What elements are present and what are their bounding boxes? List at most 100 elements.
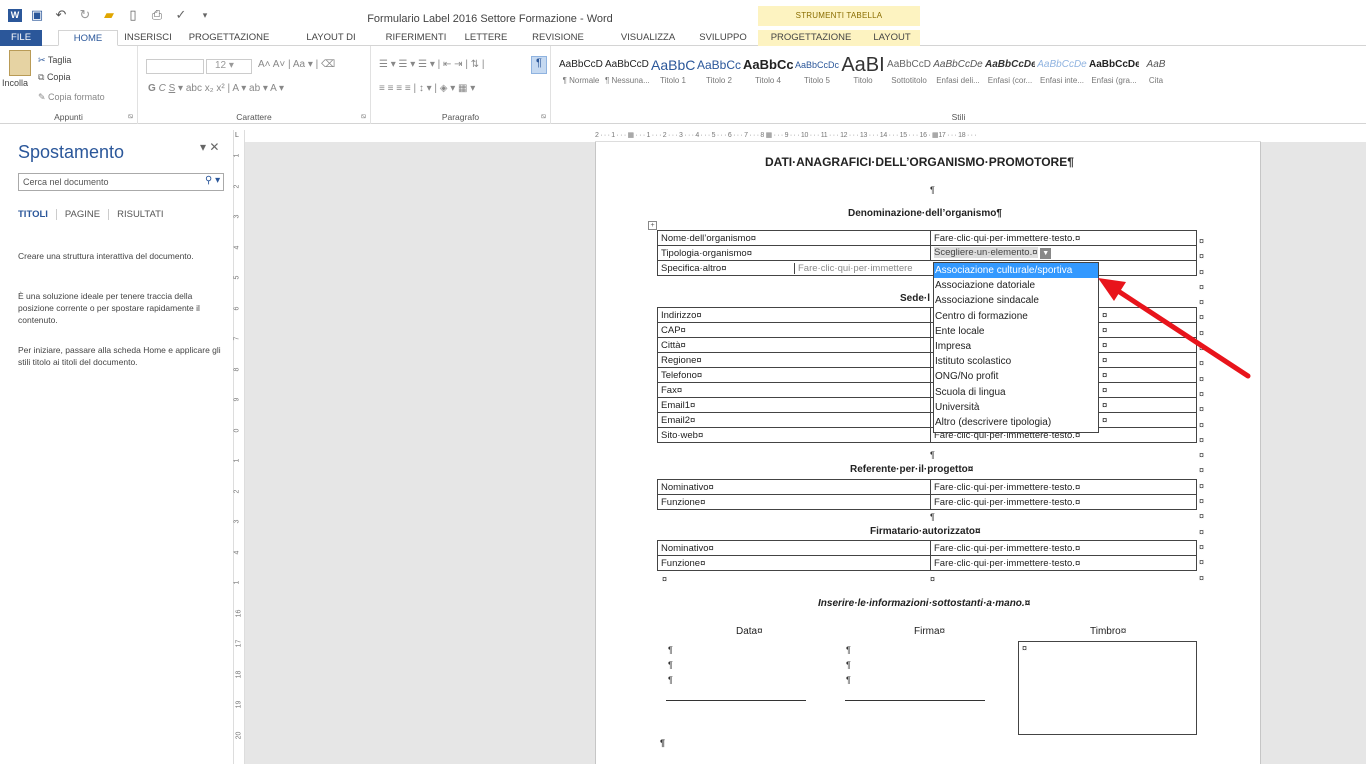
font-group: 12 ▾ A˄ A˅ | Aa ▾ | ⌫ G C S ▾ abc x₂ x² …: [138, 46, 371, 124]
tab-revisione[interactable]: REVISIONE: [518, 30, 598, 46]
dropdown-option[interactable]: Associazione culturale/sportiva: [934, 263, 1098, 279]
cell-end-mark: ¤: [930, 574, 936, 584]
dialog-launcher-icon[interactable]: ⧅: [542, 113, 546, 121]
label-cell: Sito·web¤: [657, 427, 931, 443]
font-name-box[interactable]: [146, 59, 204, 74]
tab-inserisci[interactable]: INSERISCI: [120, 30, 176, 46]
style-normale[interactable]: AaBbCcDc ¶ Normale: [559, 54, 603, 100]
firmatario-table: Nominativo¤ Fare·clic·qui·per·immettere·t…: [657, 540, 1197, 571]
nav-tab-pagine[interactable]: PAGINE: [57, 209, 110, 220]
paragraph-group-label: Paragrafo: [441, 112, 480, 122]
tab-table-progettazione[interactable]: PROGETTAZIONE: [758, 30, 864, 46]
nav-tab-titoli[interactable]: TITOLI: [18, 209, 57, 220]
style-preview: AaBbCcDe: [1089, 59, 1139, 70]
label-cell: Funzione¤: [657, 555, 931, 571]
tab-progettazione[interactable]: PROGETTAZIONE: [180, 30, 278, 46]
vertical-ruler-number: 8: [233, 367, 241, 371]
label-cell: Nominativo¤: [657, 540, 931, 556]
table-move-handle-icon[interactable]: +: [648, 221, 657, 230]
style-nessuna[interactable]: AaBbCcDc ¶ Nessuna...: [605, 54, 649, 100]
section-title-denominazione: Denominazione·dell’organismo¶: [848, 208, 1002, 219]
dropdown-option[interactable]: Altro (descrivere tipologia): [934, 415, 1098, 430]
tab-home[interactable]: HOME: [58, 30, 118, 46]
nav-search-input[interactable]: Cerca nel documento: [18, 173, 224, 191]
cell-end-mark: ¤: [1102, 414, 1108, 426]
copy-icon: ⧉: [38, 72, 47, 82]
dialog-launcher-icon[interactable]: ⧅: [362, 113, 366, 121]
style-titolo-4[interactable]: AaBbCc Titolo 4: [743, 54, 793, 100]
nav-tabs: TITOLI PAGINE RISULTATI: [18, 209, 172, 220]
tab-riferimenti[interactable]: RIFERIMENTI: [376, 30, 456, 46]
search-icon[interactable]: ⚲ ▾: [205, 175, 220, 186]
table-row: Nome·dell’organismo¤ Fare·clic·qui·per·i…: [657, 230, 1197, 246]
paste-icon: [9, 50, 31, 76]
dropdown-option[interactable]: ONG/No profit: [934, 369, 1098, 384]
label-cell: Nome·dell’organismo¤: [657, 230, 931, 246]
style-sottotitolo[interactable]: AaBbCcD Sottotitolo: [887, 54, 931, 100]
paragraph-group: ☰ ▾ ☰ ▾ ☰ ▾ | ⇤ ⇥ | ⇅ | ¶ ≡ ≡ ≡ ≡ | ↕ ▾ …: [371, 46, 551, 124]
vertical-ruler-number: 4: [233, 550, 241, 554]
value-cell-placeholder[interactable]: Fare·clic·qui·per·immettere·testo.¤: [930, 494, 1197, 510]
table-row: Email1¤ ¤: [657, 397, 1197, 413]
data-signature-line: [666, 700, 806, 701]
format-painter-button[interactable]: ✎ Copia formato: [38, 92, 105, 103]
dropdown-option[interactable]: Scuola di lingua: [934, 385, 1098, 400]
tab-sviluppo[interactable]: SVILUPPO: [688, 30, 758, 46]
style-name: Enfasi (cor...: [987, 76, 1033, 85]
row-end-marks: ¤ ¤ ¤ ¤ ¤ ¤ ¤ ¤ ¤ ¤ ¤ ¤ ¤ ¤ ¤ ¤ ¤ ¤ ¤ ¤ ¤ ¤ ¤: [1199, 236, 1205, 583]
style-titolo-2[interactable]: AaBbCcD Titolo 2: [697, 54, 741, 100]
pilcrow: ¶: [668, 675, 673, 685]
pilcrow: ¶: [668, 660, 673, 670]
value-cell-placeholder[interactable]: Fare·clic·qui·per·immettere·testo.¤: [930, 230, 1197, 246]
chevron-down-icon[interactable]: ▼: [1040, 248, 1052, 259]
style-titolo-1[interactable]: AaBbCc Titolo 1: [651, 54, 695, 100]
value-cell-placeholder[interactable]: Fare·clic·qui·per·immettere·testo.¤: [930, 540, 1197, 556]
style-enfasi-corsivo[interactable]: AaBbCcDe Enfasi (cor...: [985, 54, 1035, 100]
tab-lettere[interactable]: LETTERE: [456, 30, 516, 46]
tipologia-dropdown-list[interactable]: Associazione culturale/sportiva Associaz…: [933, 262, 1099, 433]
dropdown-option[interactable]: Impresa: [934, 339, 1098, 354]
tab-visualizza[interactable]: VISUALIZZA: [608, 30, 688, 46]
show-marks-button[interactable]: ¶: [531, 56, 547, 74]
cell-end-mark: ¤: [1102, 384, 1108, 396]
label-cell: Fax¤: [657, 382, 931, 398]
dropdown-option[interactable]: Associazione datoriale: [934, 278, 1098, 293]
dropdown-option[interactable]: Ente locale: [934, 324, 1098, 339]
sede-table: Indirizzo¤ ¤ CAP¤ ¤ Città¤ ¤ Regione¤ ¤ Tele…: [657, 307, 1197, 443]
handwrite-instruction: Inserire·le·informazioni·sottostanti·a·m…: [818, 598, 1031, 609]
table-row: Sito·web¤ Fare·clic·qui·per·immettere·tes…: [657, 427, 1197, 443]
label-cell: Specifica·altro¤: [661, 262, 727, 274]
vertical-ruler-number: 5: [233, 275, 241, 280]
style-enfasi-grassetto[interactable]: AaBbCcDe Enfasi (gra...: [1089, 54, 1139, 100]
dialog-launcher-icon[interactable]: ⧅: [129, 113, 133, 121]
value-cell-placeholder[interactable]: Fare·clic·qui·per·immettere·testo.¤: [930, 479, 1197, 495]
nav-tab-risultati[interactable]: RISULTATI: [109, 209, 171, 220]
tipologia-combo-cell[interactable]: Scegliere·un·elemento.¤ ▼: [930, 245, 1197, 261]
value-cell-placeholder[interactable]: Fare·clic·qui·per·immettere·testo.¤: [930, 555, 1197, 571]
style-preview: AaBbCcDc: [559, 59, 603, 70]
paste-button[interactable]: Incolla: [2, 50, 34, 100]
tab-table-layout[interactable]: LAYOUT: [864, 30, 920, 46]
dropdown-option[interactable]: Istituto scolastico: [934, 354, 1098, 369]
value-cell-placeholder[interactable]: Fare·clic·qui·per·immettere: [794, 262, 913, 274]
style-titolo[interactable]: AaBI Titolo: [841, 54, 885, 100]
style-titolo-5[interactable]: AaBbCcDc Titolo 5: [795, 54, 839, 100]
font-tools-row2: G C S ▾ abc x₂ x² | A ▾ ab ▾ A ▾: [148, 83, 285, 94]
dropdown-option[interactable]: Centro di formazione: [934, 309, 1098, 324]
cut-button[interactable]: ✂ Taglia: [38, 55, 71, 66]
timbro-label: Timbro¤: [1090, 626, 1127, 637]
dropdown-option[interactable]: Università: [934, 400, 1098, 415]
style-enfasi-delicata[interactable]: AaBbCcDe Enfasi deli...: [933, 54, 983, 100]
style-enfasi-intensa[interactable]: AaBbCcDe Enfasi inte...: [1037, 54, 1087, 100]
copy-button[interactable]: ⧉ Copia: [38, 72, 70, 83]
dropdown-option[interactable]: Associazione sindacale: [934, 293, 1098, 308]
style-preview: AaBbCcDe: [985, 59, 1035, 70]
font-size-box[interactable]: 12 ▾: [206, 59, 252, 74]
tab-layout-di-pagina[interactable]: LAYOUT DI PAGINA: [288, 30, 374, 59]
nav-pane-close-icon[interactable]: ▾ ✕: [200, 140, 219, 154]
label-cell: Indirizzo¤: [657, 307, 931, 323]
style-name: ¶ Nessuna...: [605, 76, 649, 85]
tab-file[interactable]: FILE: [0, 30, 42, 46]
style-citazione[interactable]: AaB Cita: [1141, 54, 1171, 100]
ruler-corner-icon[interactable]: L: [235, 132, 244, 140]
